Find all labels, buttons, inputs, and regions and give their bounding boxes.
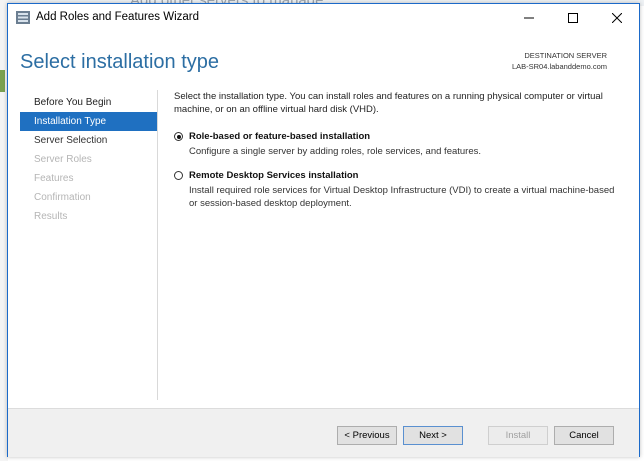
wizard-footer: < Previous Next > Install Cancel [8,408,639,457]
previous-button[interactable]: < Previous [337,426,397,445]
server-manager-icon [16,11,30,24]
nav-item-server-selection[interactable]: Server Selection [20,131,157,150]
background-accent-bar [0,70,5,92]
nav-item-before-you-begin[interactable]: Before You Begin [20,93,157,112]
nav-item-results: Results [34,211,68,222]
nav-divider [157,90,158,400]
wizard-header: Select installation type DESTINATION SER… [8,31,639,83]
minimize-icon [524,17,534,18]
nav-item-features: Features [34,173,74,184]
option-remote-desktop-description: Install required role services for Virtu… [189,185,615,209]
maximize-button[interactable] [551,4,595,31]
radio-role-based[interactable] [174,132,183,141]
close-icon [612,12,622,23]
close-button[interactable] [595,4,639,31]
intro-text: Select the installation type. You can in… [174,91,603,115]
destination-server-label: DESTINATION SERVER [524,51,607,60]
option-role-based[interactable]: Role-based or feature-based installation… [174,131,624,161]
window-title: Add Roles and Features Wizard [36,11,199,23]
next-button[interactable]: Next > [403,426,463,445]
install-button: Install [488,426,548,445]
nav-item-server-roles: Server Roles [34,154,92,165]
maximize-icon [568,12,578,23]
wizard-window: Add Roles and Features Wizard Select ins… [7,3,640,457]
page-title: Select installation type [20,51,220,73]
option-role-based-description: Configure a single server by adding role… [189,146,482,157]
nav-item-installation-type[interactable]: Installation Type [20,112,157,131]
option-remote-desktop[interactable]: Remote Desktop Services installation Ins… [174,170,624,214]
option-role-based-label[interactable]: Role-based or feature-based installation [189,131,370,142]
radio-remote-desktop[interactable] [174,171,183,180]
title-bar[interactable]: Add Roles and Features Wizard [8,4,639,31]
destination-server-name: LAB-SR04.labanddemo.com [511,62,607,71]
radio-selected-dot [176,134,181,139]
minimize-button[interactable] [507,4,551,31]
wizard-steps-nav: Before You Begin Installation Type Serve… [20,93,157,226]
cancel-button[interactable]: Cancel [554,426,614,445]
content-pane: Select the installation type. You can in… [174,91,624,209]
option-remote-desktop-label[interactable]: Remote Desktop Services installation [189,170,358,181]
nav-item-confirmation: Confirmation [34,192,91,203]
